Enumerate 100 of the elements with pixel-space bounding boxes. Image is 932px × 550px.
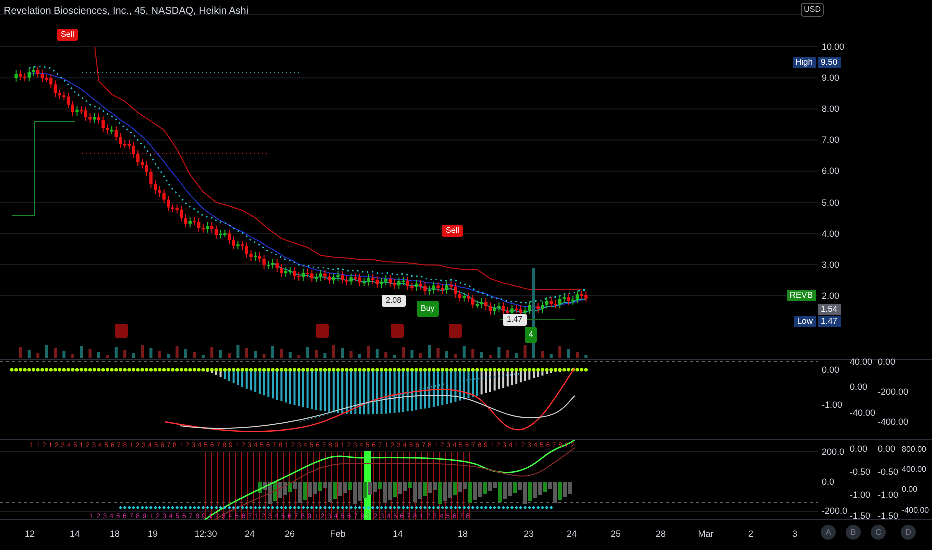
volume-bar <box>228 353 231 358</box>
volume-bar <box>393 355 396 358</box>
volume-bar <box>454 354 458 358</box>
volume-bar <box>184 349 188 358</box>
price-axis-label: 9.00 <box>822 73 840 84</box>
volume-bar <box>106 355 110 358</box>
time-axis-label: 28 <box>656 528 666 541</box>
time-axis-label: 19 <box>148 528 158 541</box>
volume-bar <box>80 346 84 358</box>
volume-bar <box>298 355 301 358</box>
axis-label: -1.00 <box>850 490 871 500</box>
price-axis-label: 6.00 <box>822 166 840 176</box>
chart-title: Revelation Biosciences, Inc., 45, NASDAQ, Heikin Ashi <box>4 5 249 19</box>
price-tag-value: 1.54 <box>818 304 841 316</box>
axis-label: -200.00 <box>878 387 909 397</box>
price-axis-label: 10.00 <box>822 42 845 52</box>
axis-label: 0.00 <box>822 365 840 375</box>
volume-bar <box>428 345 432 358</box>
volume-bar <box>576 352 579 358</box>
scale-button[interactable]: C <box>871 525 886 540</box>
volume-bar <box>280 349 284 358</box>
volume-bar <box>62 351 66 358</box>
volume-bar <box>202 355 205 358</box>
volume-bar <box>541 351 544 358</box>
volume-bar <box>71 354 74 358</box>
volume-bar <box>158 351 162 358</box>
axis-label: -1.50 <box>878 511 899 521</box>
volume-bar <box>254 351 258 358</box>
volume-bar <box>88 349 92 358</box>
time-axis-label: 25 <box>611 528 621 541</box>
volume-bar <box>114 347 118 358</box>
volume-bar <box>584 355 588 358</box>
axis-label: 400.00 <box>902 465 926 475</box>
axis-label: -40.00 <box>850 408 876 418</box>
axis-label: -1.50 <box>850 511 871 521</box>
axis-label: -400.00 <box>902 506 930 516</box>
time-axis-label: Feb <box>330 528 346 541</box>
time-axis-label: 23 <box>524 528 534 541</box>
volume-bar <box>376 349 379 358</box>
scale-button[interactable]: D <box>901 525 916 540</box>
price-label: 2.08 <box>382 295 406 307</box>
signal-label: Buy <box>417 301 439 317</box>
volume-bar <box>262 354 266 358</box>
volume-bar <box>498 347 501 358</box>
volume-bar <box>524 345 527 358</box>
volume-bar <box>515 353 518 358</box>
price-axis-label: 5.00 <box>822 198 840 208</box>
volume-bar <box>567 349 570 358</box>
volume-bar <box>306 347 310 358</box>
volume-bar <box>167 354 170 358</box>
volume-bar <box>472 349 475 358</box>
volume-bar <box>193 352 196 358</box>
price-axis-label: 2.00 <box>822 290 840 301</box>
volume-bar <box>350 351 353 358</box>
volume-bar <box>245 348 248 358</box>
time-axis-label: 24 <box>245 528 255 541</box>
price-axis-label: 7.00 <box>822 135 840 146</box>
volume-bar <box>45 345 48 358</box>
time-axis-label: 26 <box>285 528 295 541</box>
axis-label: 0.00 <box>878 444 896 454</box>
volume-bar <box>419 353 422 358</box>
price-tag-value: 1.47 <box>818 316 841 328</box>
volume-bar <box>54 348 57 358</box>
time-axis-label: 12:30 <box>194 528 218 541</box>
time-axis-label: 18 <box>458 528 468 541</box>
axis-label: 0.00 <box>850 382 868 392</box>
volume-bar <box>210 347 214 358</box>
axis-label: -0.50 <box>878 467 899 477</box>
volume-bar <box>36 353 40 358</box>
symbol-tag: REVB <box>786 290 816 301</box>
time-axis-label: 3 <box>792 528 798 541</box>
scale-button[interactable]: B <box>846 525 861 540</box>
volume-bar <box>219 350 222 358</box>
volume-bar <box>132 353 136 358</box>
volume-bar <box>324 353 327 358</box>
time-axis-label: 18 <box>110 528 120 541</box>
price-axis-label: 3.00 <box>822 260 840 270</box>
axis-label: -1.00 <box>822 400 843 410</box>
axis-label: -200.0 <box>822 506 848 516</box>
signal-label: 4 <box>525 327 538 343</box>
volume-bar <box>341 348 344 358</box>
volume-bar <box>550 354 553 358</box>
time-axis-label: 14 <box>70 528 80 541</box>
scale-button[interactable]: A <box>821 525 836 540</box>
price-label: 1.47 <box>503 314 527 326</box>
volume-bar <box>462 346 466 358</box>
axis-label: 0.00 <box>850 444 868 454</box>
price-tag-label: High <box>792 56 816 68</box>
volume-bar <box>480 352 484 358</box>
time-axis-label: 2 <box>748 528 754 541</box>
volume-bar <box>150 348 153 358</box>
volume-bar <box>367 346 370 358</box>
price-tag-value: 9.50 <box>818 56 841 68</box>
time-axis-label: Mar <box>698 528 714 541</box>
axis-label: 40.00 <box>850 357 873 367</box>
volume-bar <box>141 345 144 358</box>
volume-bar <box>176 346 179 358</box>
volume-bar <box>28 350 31 358</box>
volume-bar <box>489 355 492 358</box>
volume-bar <box>19 347 22 358</box>
